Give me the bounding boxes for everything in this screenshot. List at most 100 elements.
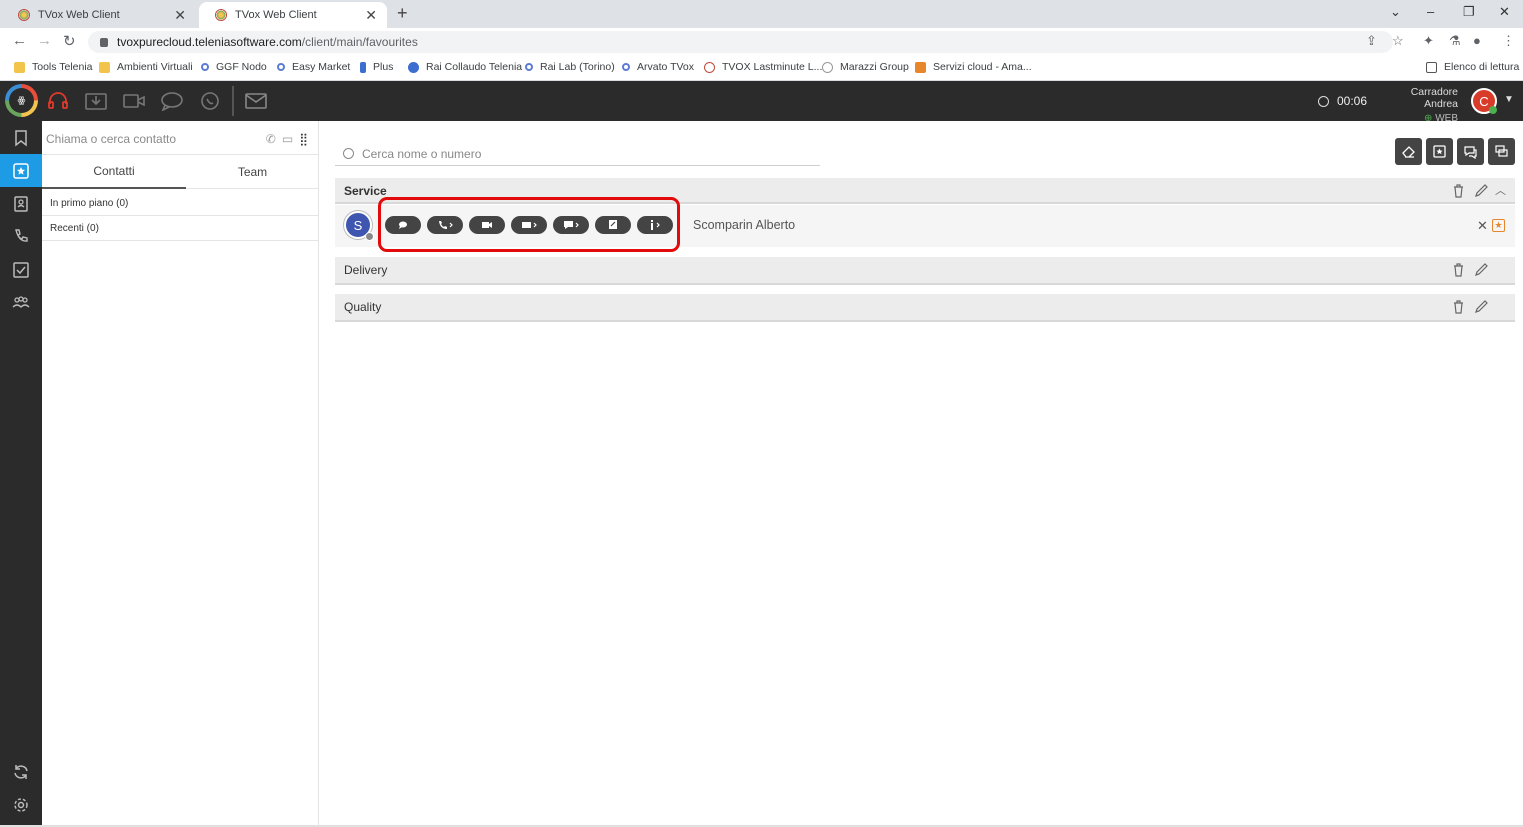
nav-team[interactable] xyxy=(0,286,42,319)
message-action-button[interactable] xyxy=(553,216,589,234)
bookmark-item[interactable]: Easy Market xyxy=(277,61,350,73)
bookmark-item[interactable]: Servizi cloud - Ama... xyxy=(915,61,1032,73)
nav-bookmark[interactable] xyxy=(0,121,42,154)
tab-contatti[interactable]: Contatti xyxy=(42,155,186,189)
bookmark-label: Rai Lab (Torino) xyxy=(540,61,615,73)
favourite-star-icon[interactable]: ★ xyxy=(1492,219,1505,232)
delete-group-icon[interactable] xyxy=(1451,183,1466,198)
bookmark-item[interactable]: Marazzi Group xyxy=(822,61,909,73)
profile-icon[interactable]: ● xyxy=(1473,33,1481,48)
video-icon[interactable] xyxy=(122,91,146,111)
user-menu-chevron-icon[interactable]: ▼ xyxy=(1504,94,1514,105)
whatsapp-icon[interactable] xyxy=(198,91,222,111)
note-action-button[interactable] xyxy=(595,216,631,234)
user-avatar[interactable]: C xyxy=(1471,88,1497,114)
browser-tab-2[interactable]: TVox Web Client ✕ xyxy=(199,2,387,28)
favourites-search-input[interactable]: Cerca nome o numero xyxy=(335,142,820,166)
call-action-button[interactable] xyxy=(427,216,463,234)
contact-row[interactable]: S Scomparin Alberto ✕ ★ xyxy=(335,197,1515,252)
edit-group-icon[interactable] xyxy=(1474,299,1489,314)
favourites-main: Cerca nome o numero Service ︿ S Scompari… xyxy=(327,121,1523,825)
collapse-chevron-icon[interactable]: ︿ xyxy=(1495,182,1506,198)
menu-kebab-icon[interactable]: ⋮ xyxy=(1502,33,1515,49)
remove-contact-icon[interactable]: ✕ xyxy=(1477,218,1488,234)
tvox-logo-icon[interactable]: ꙮ xyxy=(5,84,38,117)
inbox-icon[interactable] xyxy=(84,91,108,111)
bookmark-item[interactable]: TVOX Lastminute L... xyxy=(704,61,822,73)
close-tab-icon[interactable]: ✕ xyxy=(174,7,186,24)
group-quality: Quality xyxy=(335,294,1515,322)
contact-avatar[interactable]: S xyxy=(344,211,374,241)
reload-icon[interactable]: ↻ xyxy=(63,32,76,50)
tab-team[interactable]: Team xyxy=(186,155,319,189)
add-favourite-group-button[interactable] xyxy=(1426,138,1453,165)
mail-icon[interactable] xyxy=(244,91,268,111)
bookmark-label: Servizi cloud - Ama... xyxy=(933,61,1032,73)
app-header: ꙮ 00:06 Carradore Andrea ⊕ WEB C ▼ xyxy=(0,81,1523,124)
share-icon[interactable]: ⇪ xyxy=(1366,33,1377,49)
email-action-button[interactable] xyxy=(511,216,547,234)
close-tab-icon[interactable]: ✕ xyxy=(365,7,377,24)
contacts-panel: Chiama o cerca contatto ✆ ▭ ⣿ Contatti T… xyxy=(42,121,319,825)
forward-icon[interactable]: → xyxy=(37,32,52,49)
bookmark-label: Arvato TVox xyxy=(637,61,695,73)
bookmark-item[interactable]: Rai Collaudo Telenia xyxy=(408,61,522,73)
bookmark-item[interactable]: Rai Lab (Torino) xyxy=(525,61,615,73)
group-title: Quality xyxy=(344,300,382,314)
info-chevron-icon xyxy=(651,220,660,230)
reading-list[interactable]: Elenco di lettura xyxy=(1426,61,1519,73)
avatar-initial: C xyxy=(1479,93,1489,109)
edit-group-icon[interactable] xyxy=(1474,183,1489,198)
bookmark-item[interactable]: Plus xyxy=(360,61,393,73)
tab-search-chevron-icon[interactable]: ⌄ xyxy=(1390,4,1401,20)
eraser-icon xyxy=(1402,146,1415,158)
nav-favourites[interactable] xyxy=(0,154,42,187)
restore-icon[interactable]: ❐ xyxy=(1463,4,1475,20)
phone-chevron-icon xyxy=(439,221,453,229)
browser-tab-bar: TVox Web Client ✕ TVox Web Client ✕ + ⌄ … xyxy=(0,0,1523,28)
nav-contacts[interactable] xyxy=(0,187,42,220)
edit-group-icon[interactable] xyxy=(1474,262,1489,277)
dialpad-icon[interactable]: ⣿ xyxy=(299,132,308,146)
chat-action-button[interactable] xyxy=(385,216,421,234)
gear-icon xyxy=(14,797,28,812)
user-info: Carradore Andrea ⊕ WEB xyxy=(1380,86,1458,124)
nav-settings[interactable] xyxy=(0,788,42,821)
bookmark-item[interactable]: Ambienti Virtuali xyxy=(99,61,193,73)
url-field[interactable]: tvoxpurecloud.teleniasoftware.com/client… xyxy=(88,31,1393,53)
contact-search-input[interactable]: Chiama o cerca contatto ✆ ▭ ⣿ xyxy=(46,129,314,149)
message-chevron-icon xyxy=(564,221,579,229)
group-chat-button[interactable] xyxy=(1457,138,1484,165)
delete-group-icon[interactable] xyxy=(1451,299,1466,314)
bookmark-star-icon[interactable]: ☆ xyxy=(1392,33,1404,49)
tvox-favicon-icon xyxy=(215,9,227,21)
info-action-button[interactable] xyxy=(637,216,673,234)
marazzi-icon xyxy=(822,61,833,73)
close-window-icon[interactable]: ✕ xyxy=(1499,4,1510,20)
group-in-primo-piano[interactable]: In primo piano (0) xyxy=(42,191,319,216)
video-action-button[interactable] xyxy=(469,216,505,234)
group-recenti[interactable]: Recenti (0) xyxy=(42,216,319,241)
extensions-icon[interactable]: ✦ xyxy=(1423,33,1434,49)
bookmark-item[interactable]: Tools Telenia xyxy=(14,61,93,73)
headset-icon[interactable] xyxy=(46,91,70,111)
contact-name[interactable]: Scomparin Alberto xyxy=(693,218,795,232)
new-tab-icon[interactable]: + xyxy=(397,3,408,24)
bookmark-label: Tools Telenia xyxy=(32,61,93,73)
minimize-icon[interactable]: – xyxy=(1427,4,1434,19)
bookmark-item[interactable]: GGF Nodo xyxy=(201,61,267,73)
video-call-icon[interactable]: ▭ xyxy=(282,132,293,146)
chat-icon[interactable] xyxy=(160,91,184,112)
phone-call-icon[interactable]: ✆ xyxy=(266,132,276,146)
delete-group-icon[interactable] xyxy=(1451,262,1466,277)
browser-tab-1[interactable]: TVox Web Client ✕ xyxy=(2,2,196,28)
back-icon[interactable]: ← xyxy=(12,32,27,49)
nav-calls[interactable] xyxy=(0,220,42,253)
group-message-button[interactable] xyxy=(1488,138,1515,165)
nav-sync[interactable] xyxy=(0,755,42,788)
nav-tasks[interactable] xyxy=(0,253,42,286)
folder-icon xyxy=(14,61,25,73)
bookmark-item[interactable]: Arvato TVox xyxy=(622,61,694,73)
clear-button[interactable] xyxy=(1395,138,1422,165)
labs-icon[interactable]: ⚗ xyxy=(1449,33,1461,49)
